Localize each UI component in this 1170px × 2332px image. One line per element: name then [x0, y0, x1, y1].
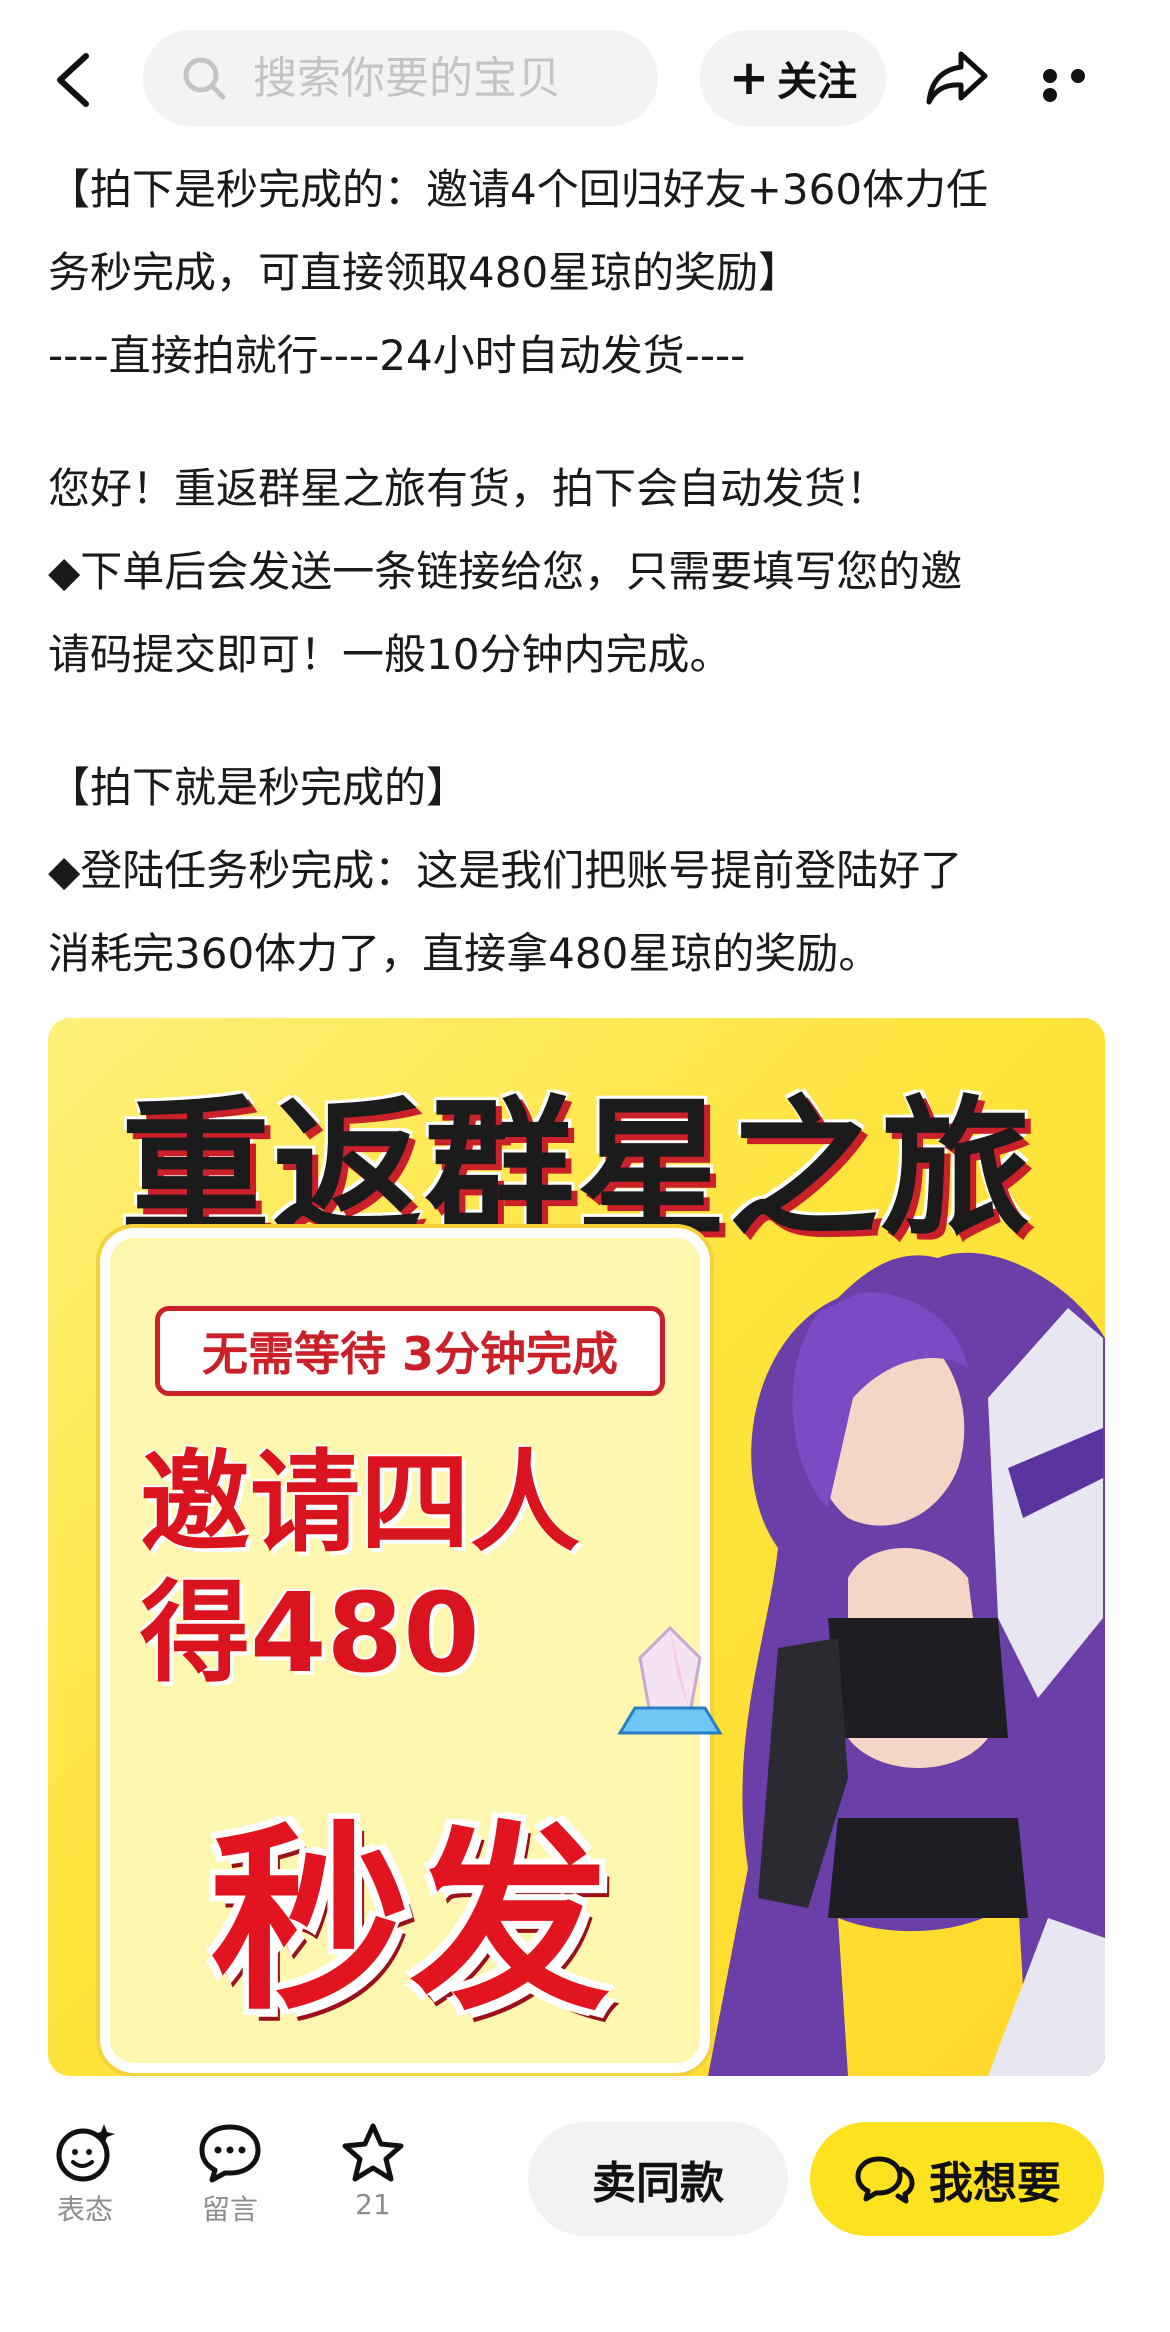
want-button[interactable]: 我想要	[810, 2122, 1104, 2236]
comment-button[interactable]: 留言	[175, 2122, 285, 2228]
react-button[interactable]: 表态	[30, 2122, 140, 2228]
favorite-count: 21	[355, 2188, 391, 2221]
search-input[interactable]	[251, 51, 635, 105]
favorite-button[interactable]: 21	[318, 2122, 428, 2221]
more-options-button[interactable]	[1043, 68, 1123, 102]
search-bar[interactable]	[143, 30, 658, 126]
description-line: 【拍下就是秒完成的】	[48, 763, 469, 812]
more-dots-icon	[1043, 69, 1057, 83]
promo-flash-text: 秒发	[209, 1805, 610, 2038]
sell-same-label: 卖同款	[592, 2158, 724, 2209]
plus-icon: +	[728, 50, 770, 106]
description-line: 消耗完360体力了，直接拿480星琼的奖励。	[48, 929, 881, 978]
share-icon	[926, 51, 988, 105]
invite-line: 得480	[140, 1569, 480, 1697]
description-line: 【拍下是秒完成的：邀请4个回归好友+360体力任	[48, 165, 989, 214]
search-icon	[183, 57, 226, 100]
want-label: 我想要	[929, 2158, 1061, 2209]
description-line: ◆登陆任务秒完成：这是我们把账号提前登陆好了	[48, 846, 963, 895]
star-icon	[342, 2123, 404, 2182]
follow-button[interactable]: + 关注	[700, 30, 886, 126]
description-line: 请码提交即可！一般10分钟内完成。	[48, 630, 732, 679]
chat-bubbles-icon	[855, 2156, 915, 2204]
character-illustration	[708, 1252, 1105, 2076]
sell-same-button[interactable]: 卖同款	[528, 2122, 788, 2236]
comment-label: 留言	[201, 2193, 258, 2226]
comment-icon	[199, 2124, 261, 2183]
description-line: ◆下单后会发送一条链接给您，只需要填写您的邀	[48, 547, 963, 596]
back-button[interactable]	[48, 50, 98, 110]
top-bar: + 关注	[0, 0, 1170, 150]
follow-label: 关注	[777, 59, 858, 105]
share-button[interactable]	[925, 48, 989, 108]
promo-invite-text: 邀请四人 得480	[140, 1438, 680, 1698]
item-description: 【拍下是秒完成的：邀请4个回归好友+360体力任 务秒完成，可直接领取480星琼…	[48, 148, 1128, 995]
invite-line: 邀请四人	[140, 1439, 580, 1567]
react-label: 表态	[56, 2193, 113, 2226]
promo-card: 无需等待 3分钟完成 邀请四人 得480 秒发	[100, 1228, 723, 2073]
chevron-left-icon	[57, 53, 89, 107]
emoji-sparkle-icon	[56, 2124, 115, 2182]
description-line: ----直接拍就行----24小时自动发货----	[48, 331, 746, 380]
product-image[interactable]: 重返群星之旅 无需等待 3分钟完成 邀请四人 得480 秒发	[48, 1018, 1105, 2076]
description-line: 您好！重返群星之旅有货，拍下会自动发货！	[48, 464, 889, 513]
description-line: 务秒完成，可直接领取480星琼的奖励】	[48, 248, 801, 297]
bottom-action-bar: 表态 留言 21 卖同款 我想要	[0, 2110, 1170, 2332]
promo-badge: 无需等待 3分钟完成	[155, 1306, 665, 1396]
